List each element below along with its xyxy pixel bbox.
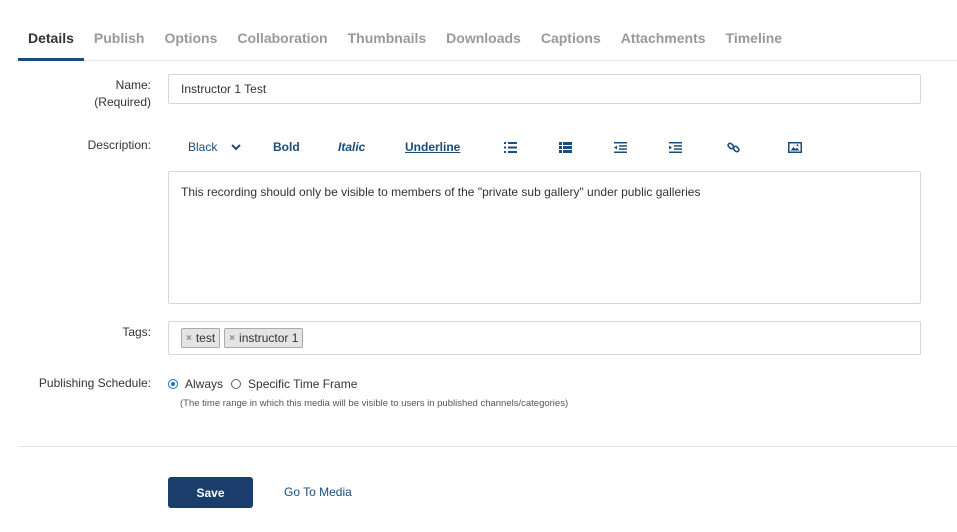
- text-color-value: Black: [188, 140, 218, 154]
- editor-toolbar: Black Bold Italic Underline: [168, 135, 921, 159]
- schedule-options: Always Specific Time Frame: [168, 376, 357, 392]
- schedule-note: (The time range in which this media will…: [180, 398, 569, 409]
- schedule-time-frame-radio[interactable]: [231, 379, 242, 389]
- indent-icon: [669, 141, 682, 153]
- indent-button[interactable]: [669, 135, 682, 159]
- schedule-always-label[interactable]: Always: [185, 377, 223, 391]
- tab-details[interactable]: Details: [18, 20, 84, 61]
- description-label: Description:: [87, 138, 151, 152]
- outdent-button[interactable]: [614, 135, 627, 159]
- chevron-down-icon: [231, 144, 242, 151]
- tab-thumbnails[interactable]: Thumbnails: [338, 20, 437, 60]
- save-button[interactable]: Save: [168, 477, 253, 508]
- name-required-label: (Required): [94, 95, 151, 109]
- tag-label: instructor 1: [239, 331, 299, 345]
- tab-bar: Details Publish Options Collaboration Th…: [18, 20, 957, 61]
- tag-label: test: [195, 331, 216, 345]
- tab-downloads[interactable]: Downloads: [436, 20, 531, 60]
- numbered-list-icon: [559, 141, 572, 153]
- tab-timeline[interactable]: Timeline: [716, 20, 793, 60]
- tag-remove-icon[interactable]: ×: [229, 333, 235, 344]
- schedule-time-frame-label[interactable]: Specific Time Frame: [248, 377, 357, 391]
- tab-collaboration[interactable]: Collaboration: [227, 20, 337, 60]
- schedule-always-radio[interactable]: [168, 379, 178, 389]
- text-color-select[interactable]: Black: [188, 135, 242, 159]
- tab-publish[interactable]: Publish: [84, 20, 155, 60]
- insert-image-button[interactable]: [788, 135, 802, 159]
- tag-chip: × test: [181, 328, 221, 348]
- tab-attachments[interactable]: Attachments: [611, 20, 716, 60]
- tag-remove-icon[interactable]: ×: [186, 333, 192, 344]
- tags-label: Tags:: [122, 325, 151, 339]
- tab-options[interactable]: Options: [154, 20, 227, 60]
- description-text: This recording should only be visible to…: [181, 185, 701, 199]
- name-label-group: Name: (Required): [94, 77, 151, 111]
- name-input[interactable]: [168, 74, 921, 104]
- tags-input[interactable]: × test × instructor 1: [168, 321, 921, 355]
- underline-button[interactable]: Underline: [405, 135, 460, 159]
- name-label: Name:: [115, 78, 151, 92]
- image-icon: [788, 141, 802, 153]
- tab-captions[interactable]: Captions: [531, 20, 611, 60]
- numbered-list-button[interactable]: [559, 135, 572, 159]
- link-button[interactable]: [727, 135, 740, 159]
- go-to-media-link[interactable]: Go To Media: [284, 485, 352, 499]
- link-icon: [727, 141, 740, 153]
- bulleted-list-icon: [504, 141, 517, 153]
- outdent-icon: [614, 141, 627, 153]
- publishing-schedule-label: Publishing Schedule:: [38, 376, 151, 390]
- description-editor[interactable]: This recording should only be visible to…: [168, 171, 921, 304]
- italic-button[interactable]: Italic: [338, 135, 365, 159]
- divider: [18, 446, 957, 447]
- tag-chip: × instructor 1: [224, 328, 304, 348]
- bold-button[interactable]: Bold: [273, 135, 300, 159]
- bulleted-list-button[interactable]: [504, 135, 517, 159]
